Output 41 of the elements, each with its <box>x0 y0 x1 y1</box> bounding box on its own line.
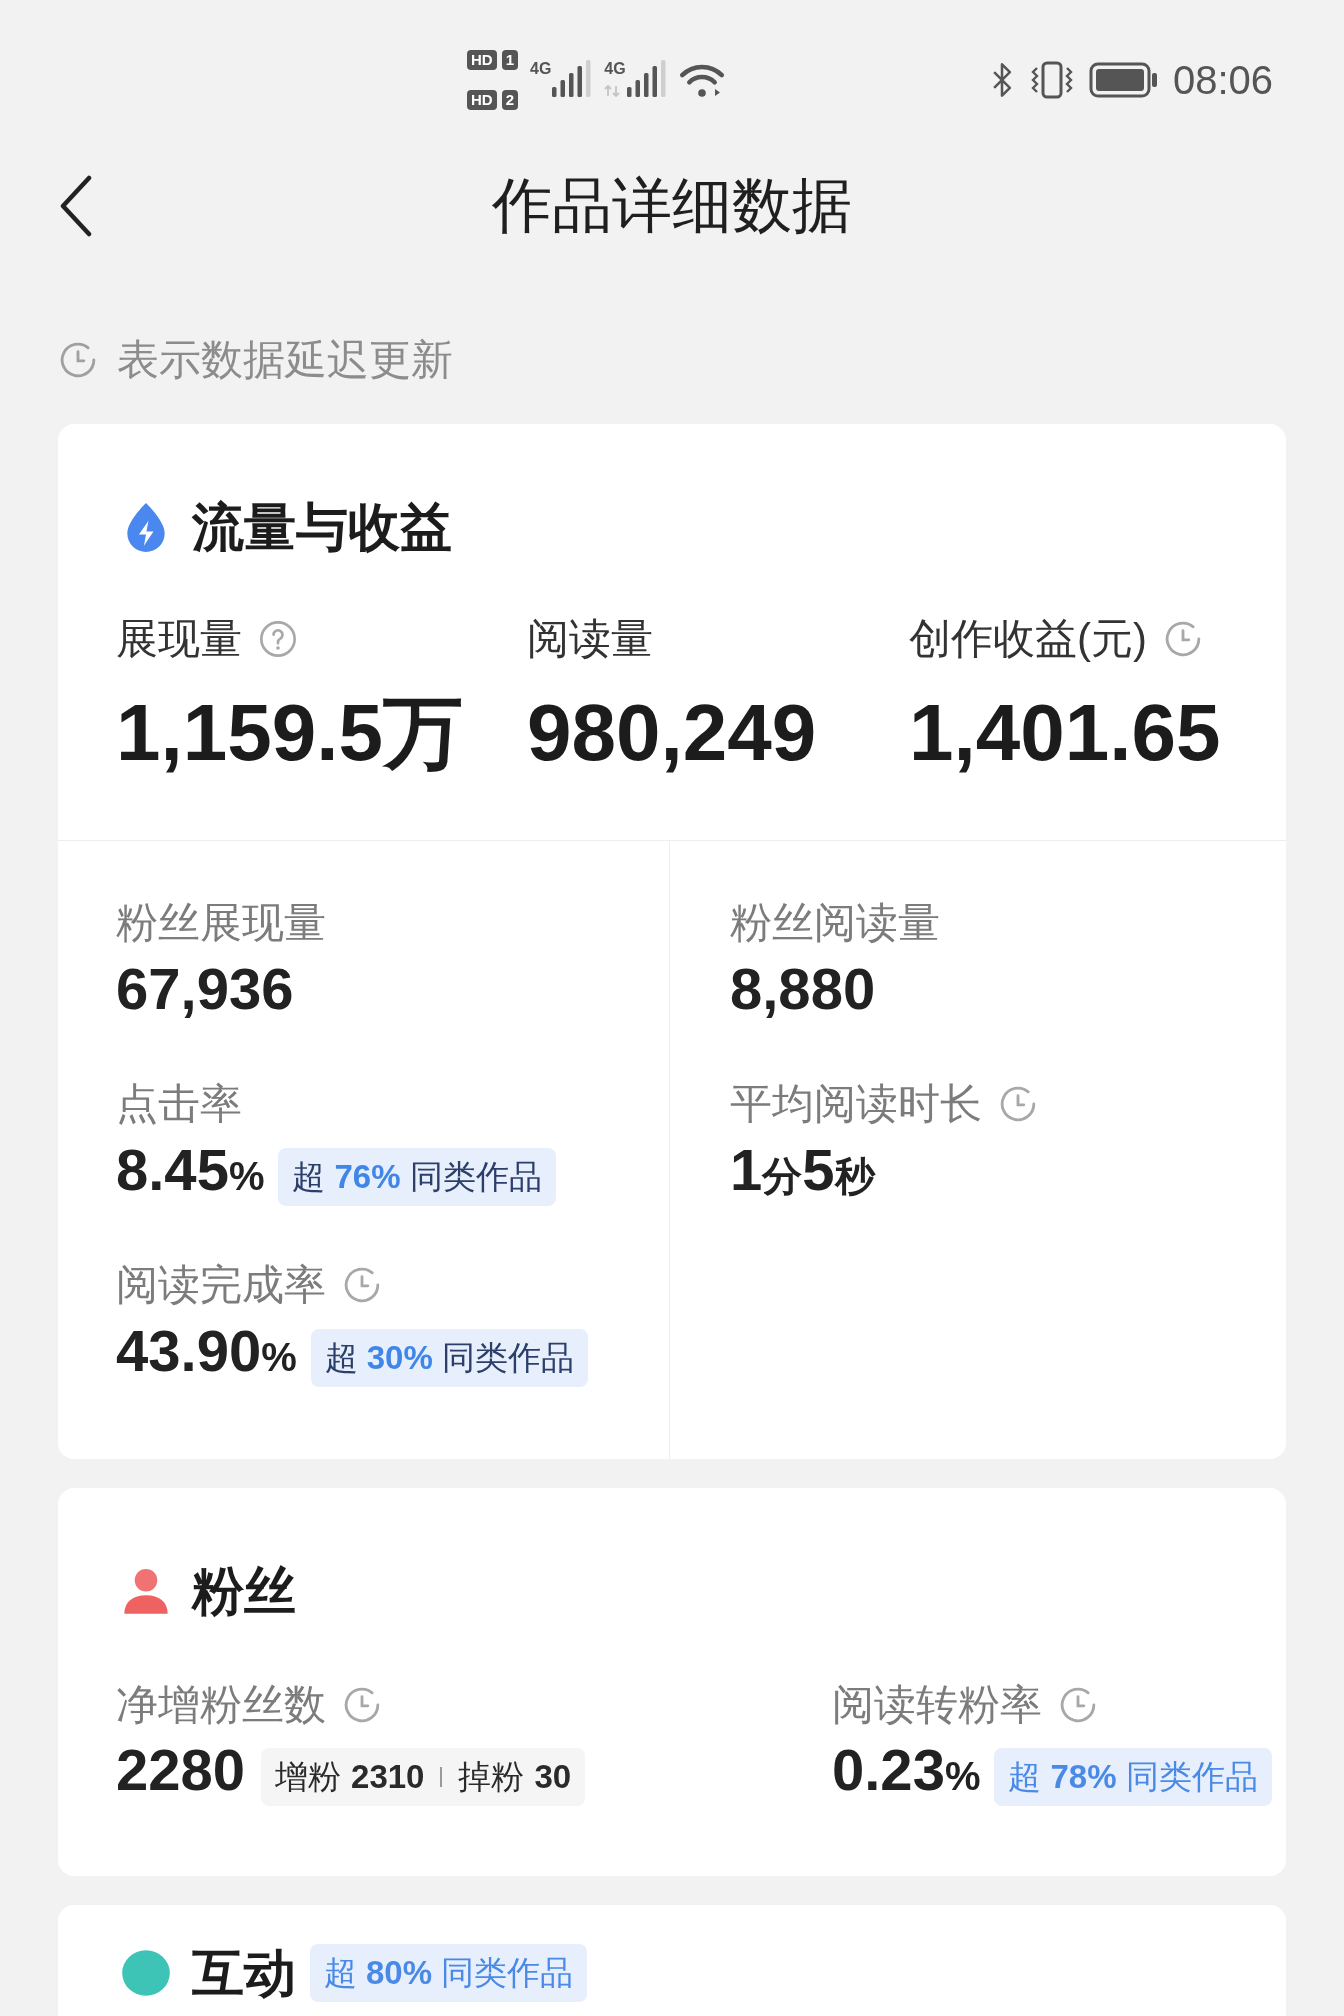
metric-value: 67,936 <box>116 954 294 1023</box>
metric-label: 阅读量 <box>527 614 653 664</box>
signal-icon <box>626 60 667 97</box>
metric-label: 平均阅读时长 <box>730 1079 982 1129</box>
clock-icon <box>58 340 98 380</box>
metric-value: 8.45% <box>116 1135 265 1204</box>
hd-badge: HD <box>467 50 497 70</box>
metric-label: 展现量 <box>116 614 242 664</box>
metric-label: 净增粉丝数 <box>116 1680 326 1730</box>
metric-value: 980,249 <box>527 688 818 778</box>
section-title: 粉丝 <box>192 1561 296 1621</box>
page-title: 作品详细数据 <box>492 171 852 241</box>
sim-slot-badge: 1 <box>501 50 518 70</box>
comparison-badge: 超 76% 同类作品 <box>278 1148 556 1206</box>
metric-label: 阅读转粉率 <box>832 1680 1042 1730</box>
hd-badge: HD <box>467 90 497 110</box>
metric-label: 创作收益(元) <box>909 614 1147 664</box>
battery-icon <box>1088 62 1159 98</box>
metric-value: 0.23% <box>832 1735 981 1804</box>
comparison-badge: 超 78% 同类作品 <box>994 1748 1272 1806</box>
comparison-badge: 超 30% 同类作品 <box>310 1329 588 1387</box>
comparison-badge: 超 80% 同类作品 <box>310 1944 588 2002</box>
section-title: 互动 <box>192 1943 296 2003</box>
back-icon[interactable] <box>58 175 94 237</box>
metric-value: 1,401.65 <box>909 688 1222 778</box>
section-title: 流量与收益 <box>192 497 452 557</box>
metric-value: 2280 <box>116 1735 246 1804</box>
follower-change-tag: 增粉 2310 掉粉 30 <box>261 1748 586 1806</box>
status-time: 08:06 <box>1172 57 1273 104</box>
metric-value: 1,159.5万 <box>116 688 464 778</box>
metric-label: 粉丝展现量 <box>116 898 326 948</box>
network-type-label: 4G <box>604 60 626 78</box>
metric-value: 8,880 <box>730 954 876 1023</box>
network-type-label: 4G <box>530 60 552 78</box>
metric-label: 点击率 <box>116 1079 242 1129</box>
metric-value: 43.90% <box>116 1316 297 1385</box>
metric-value: 1分5秒 <box>730 1135 875 1204</box>
sim-slot-badge: 2 <box>501 90 518 110</box>
metric-label: 阅读完成率 <box>116 1260 326 1310</box>
delay-notice: 表示数据延迟更新 <box>117 336 453 384</box>
metric-label: 粉丝阅读量 <box>730 898 940 948</box>
